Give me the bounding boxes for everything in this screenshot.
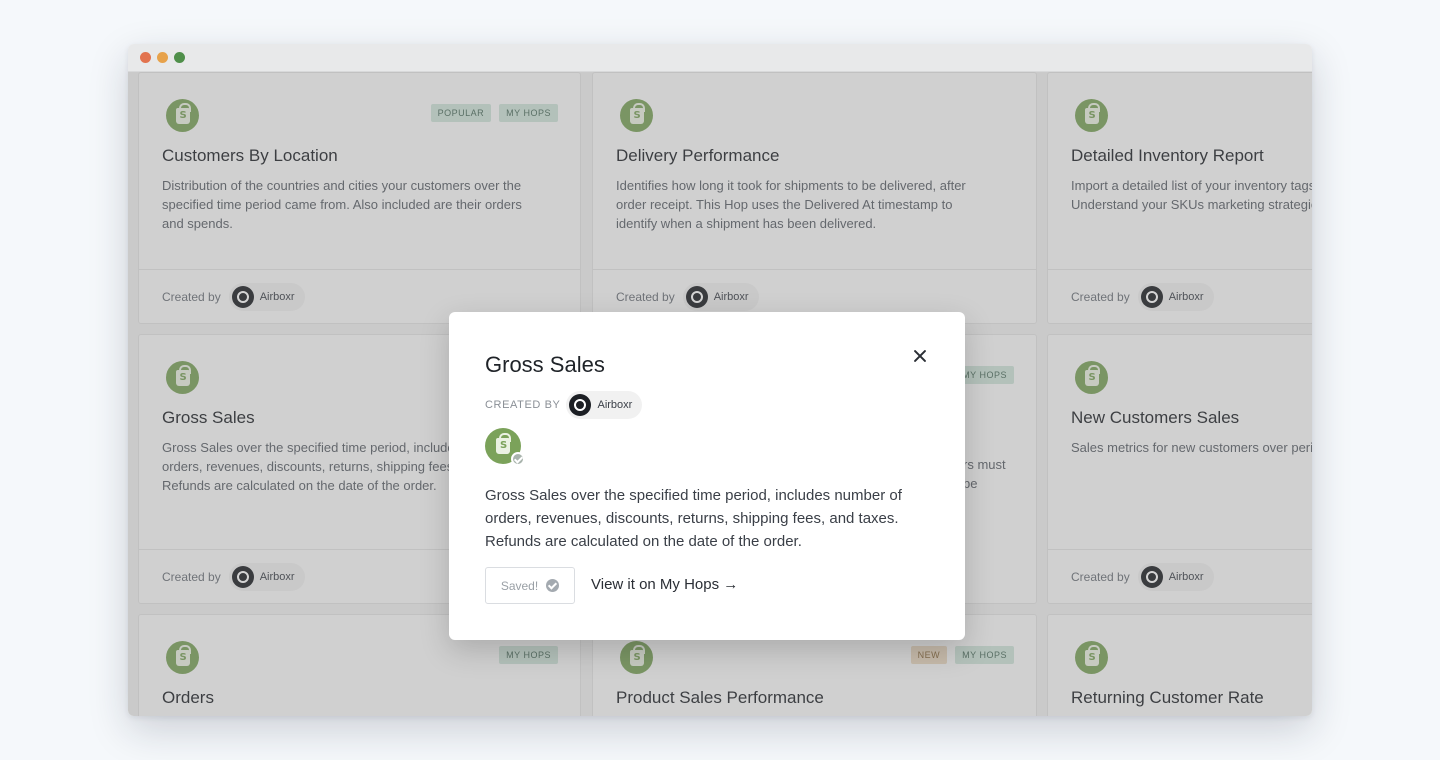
hop-detail-modal: Gross Sales CREATED BY Airboxr Gross Sal… [449, 312, 965, 640]
created-by-label: CREATED BY [485, 399, 561, 411]
hops-grid-viewport: POPULAR MY HOPS Customers By Location Di… [128, 72, 1312, 716]
check-circle-icon [546, 579, 560, 592]
author-name: Airboxr [597, 399, 633, 411]
view-on-my-hops-link[interactable]: View it on My Hops → [591, 576, 738, 593]
maximize-window-dot[interactable] [174, 52, 185, 63]
author-chip[interactable]: Airboxr [566, 391, 643, 419]
shopify-bag-icon [485, 428, 525, 466]
close-icon[interactable] [909, 345, 931, 367]
modal-created-by: CREATED BY Airboxr [485, 391, 643, 419]
saved-button[interactable]: Saved! [485, 567, 575, 604]
window-titlebar [128, 44, 1312, 72]
minimize-window-dot[interactable] [157, 52, 168, 63]
check-circle-icon [511, 452, 525, 466]
browser-window: POPULAR MY HOPS Customers By Location Di… [128, 44, 1312, 716]
modal-title: Gross Sales [485, 352, 605, 377]
close-window-dot[interactable] [140, 52, 151, 63]
airboxr-logo-icon [569, 394, 592, 416]
modal-description: Gross Sales over the specified time peri… [485, 487, 902, 550]
saved-label: Saved! [500, 578, 539, 593]
